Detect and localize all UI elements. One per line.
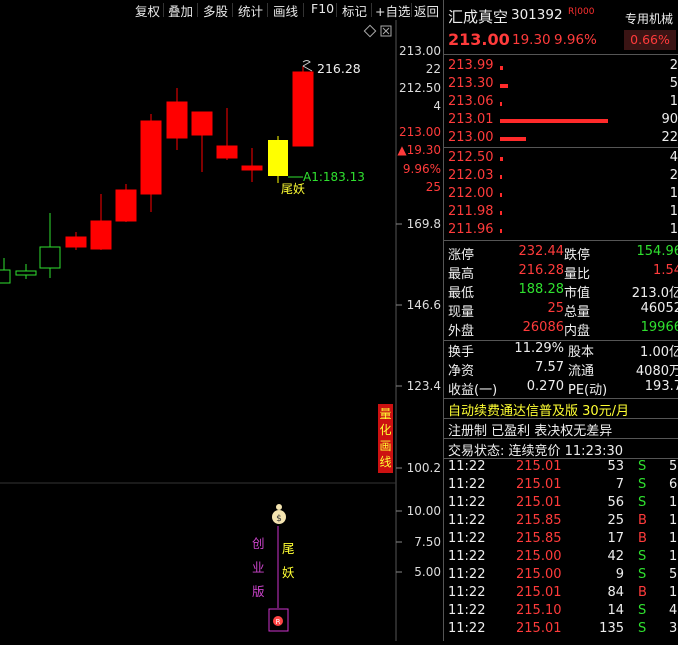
stats-row: 外盘 26086 内盘 19966	[448, 320, 678, 339]
tick-row: 11:22 215.00 42 S 1	[448, 549, 678, 564]
close-icon[interactable]	[380, 25, 392, 37]
tick-row: 11:22 215.01 135 S 3	[448, 621, 678, 636]
subscription-ad[interactable]: 自动续费通达信普及版 30元/月	[448, 400, 678, 419]
svg-text:$: $	[276, 514, 282, 524]
tick-row: 11:22 215.01 7 S 6	[448, 477, 678, 492]
mark-button[interactable]: 标记	[342, 1, 367, 20]
bid-price[interactable]: 211.96	[448, 222, 494, 237]
fuquan-button[interactable]: 复权	[135, 1, 160, 20]
axis-label-123: 123.4	[407, 379, 441, 393]
last-price: 213.00	[448, 30, 510, 49]
axis-label-100: 100.2	[407, 461, 441, 475]
vol-axis-7: 7.50	[414, 535, 441, 549]
axis-label-bid-vol2: 4	[433, 99, 441, 113]
ask-vol: 1	[669, 94, 678, 109]
axis-label-top: 213.00	[399, 44, 441, 58]
bid-vol: 1	[669, 186, 678, 201]
money-bag-icon: $	[272, 504, 286, 524]
axis-label-vol: 25	[426, 180, 441, 194]
tick-row: 11:22 215.01 84 B 1	[448, 585, 678, 600]
tick-row: 11:22 215.01 56 S 1	[448, 495, 678, 510]
stats-row: 净资 7.57 流通 4080万	[448, 360, 678, 379]
tail-tag: 尾妖	[282, 541, 295, 580]
candle-tag-label: 尾妖	[281, 182, 305, 196]
quant-draw-tool[interactable]: 量化画线	[378, 404, 393, 473]
vol-axis-10: 10.00	[407, 504, 441, 518]
axis-label-bid-vol: 22	[426, 62, 441, 76]
chart-settings-icon[interactable]	[363, 24, 377, 38]
ask-vol: 22	[661, 130, 678, 145]
stats-row: 涨停 232.44 跌停 154.96	[448, 244, 678, 263]
kline-chart[interactable]: 216.28 A1:183.13 尾妖 213.00 22 212.50 4 2…	[0, 20, 444, 641]
multi-stock-button[interactable]: 多股	[203, 1, 228, 20]
vol-axis-5: 5.00	[414, 565, 441, 579]
avg-price-label: A1:183.13	[303, 170, 365, 184]
axis-label-146: 146.6	[407, 298, 441, 312]
quote-panel: 汇成真空 301392 R|000 专用机械 213.00 19.30 9.96…	[444, 0, 678, 641]
draw-line-button[interactable]: 画线	[273, 1, 298, 20]
stats-row: 最低 188.28 市值 213.0亿	[448, 282, 678, 301]
ask-price[interactable]: 213.06	[448, 94, 494, 109]
bid-price[interactable]: 211.98	[448, 204, 494, 219]
high-marker	[302, 60, 313, 72]
ask-price[interactable]: 213.30	[448, 76, 494, 91]
back-button[interactable]: 返回	[414, 1, 439, 20]
ask-price[interactable]: 213.00	[448, 130, 494, 145]
ask-price[interactable]: 213.99	[448, 58, 494, 73]
industry-name[interactable]: 专用机械	[625, 10, 673, 27]
trade-status: 交易状态: 连续竞价 11:23:30	[448, 444, 624, 459]
bid-vol: 1	[669, 222, 678, 237]
statistics-button[interactable]: 统计	[238, 1, 263, 20]
ask-price[interactable]: 213.01	[448, 112, 494, 127]
stock-tag: R|000	[568, 7, 595, 17]
axis-label-pct: 9.96%	[403, 162, 441, 176]
tick-row: 11:22 215.01 53 S 5	[448, 459, 678, 474]
tick-row: 11:22 215.85 17 B 1	[448, 531, 678, 546]
bid-vol: 1	[669, 204, 678, 219]
price-change-pct: 9.96%	[554, 32, 597, 48]
ask-vol: 5	[669, 76, 678, 91]
tick-row: 11:22 215.10 14 S 4	[448, 603, 678, 618]
price-change: 19.30	[512, 32, 551, 48]
bid-price[interactable]: 212.50	[448, 150, 494, 165]
stats-row: 最高 216.28 量比 1.54	[448, 263, 678, 282]
f10-button[interactable]: F10	[311, 1, 334, 16]
chart-toolbar: 复权 叠加 多股 统计 画线 F10 标记 +自选 返回	[0, 0, 444, 20]
overlay-button[interactable]: 叠加	[168, 1, 193, 20]
stats-row: 收益(一) 0.270 PE(动) 193.7	[448, 379, 678, 398]
axis-label-bid: 212.50	[399, 81, 441, 95]
svg-text:R: R	[276, 618, 281, 626]
bid-price[interactable]: 212.00	[448, 186, 494, 201]
kline-svg: 216.28 A1:183.13 尾妖 213.00 22 212.50 4 2…	[0, 20, 441, 641]
ask-vol: 2	[669, 58, 678, 73]
stock-code: 301392	[511, 7, 563, 23]
tick-row: 11:22 215.85 25 B 1	[448, 513, 678, 528]
stats-row: 现量 25 总量 46052	[448, 301, 678, 320]
bid-price[interactable]: 212.03	[448, 168, 494, 183]
candle-green-2	[15, 264, 37, 279]
listing-info: 注册制 已盈利 表决权无差异	[448, 424, 613, 439]
bid-vol: 2	[669, 168, 678, 183]
add-watchlist-button[interactable]: +自选	[375, 1, 410, 20]
candle-yellow	[268, 136, 288, 183]
bid-vol: 4	[669, 150, 678, 165]
high-price-label: 216.28	[317, 61, 361, 76]
ask-vol: 90	[661, 112, 678, 127]
board-tag: 创业版	[252, 536, 265, 599]
stock-name: 汇成真空	[448, 8, 509, 26]
stats-row: 换手 11.29% 股本 1.00亿	[448, 341, 678, 360]
axis-label-change: ▲19.30	[397, 143, 441, 157]
industry-pct: 0.66%	[624, 30, 676, 50]
axis-label-price: 213.00	[399, 125, 441, 139]
axis-label-169: 169.8	[407, 217, 441, 231]
quant-draw-label: 量化画线	[379, 407, 392, 469]
candle-green-1	[0, 258, 11, 284]
tick-row: 11:22 215.00 9 S 5	[448, 567, 678, 582]
candle-green-3	[39, 213, 61, 278]
